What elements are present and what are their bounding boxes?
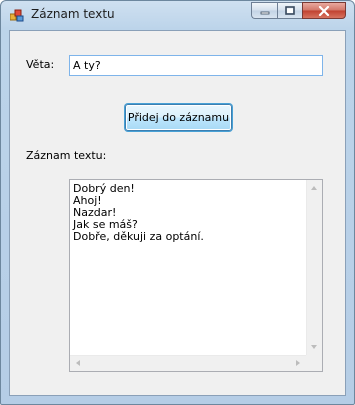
log-lines: Dobrý den! Ahoj! Nazdar! Jak se máš? Dob… — [73, 183, 204, 243]
window-title: Záznam textu — [31, 7, 115, 21]
minimize-icon — [260, 11, 269, 14]
scroll-down-icon[interactable] — [311, 345, 317, 349]
title-bar[interactable]: Záznam textu — [1, 1, 354, 29]
app-icon — [10, 9, 24, 22]
zaznam-label: Záznam textu: — [26, 149, 107, 162]
app-window: Záznam textu Věta: Přidej do záznamu Záz… — [0, 0, 355, 405]
log-textbox[interactable]: Dobrý den! Ahoj! Nazdar! Jak se máš? Dob… — [69, 179, 323, 372]
minimize-button[interactable] — [251, 2, 277, 19]
add-to-log-button[interactable]: Přidej do záznamu — [125, 104, 232, 131]
veta-input[interactable] — [69, 55, 323, 76]
close-button[interactable] — [302, 2, 346, 19]
form-client-area: Věta: Přidej do záznamu Záznam textu: Do… — [9, 30, 346, 396]
vertical-scrollbar[interactable] — [306, 180, 322, 355]
maximize-button[interactable] — [277, 2, 302, 19]
scrollbar-corner — [306, 355, 322, 371]
veta-label: Věta: — [26, 58, 55, 71]
scroll-right-icon[interactable] — [296, 360, 300, 366]
horizontal-scrollbar[interactable] — [70, 355, 306, 371]
log-line: Dobře, děkuji za optání. — [73, 230, 204, 243]
scroll-up-icon[interactable] — [311, 186, 317, 190]
scroll-left-icon[interactable] — [76, 360, 80, 366]
maximize-icon — [285, 6, 295, 15]
close-icon — [318, 5, 330, 16]
